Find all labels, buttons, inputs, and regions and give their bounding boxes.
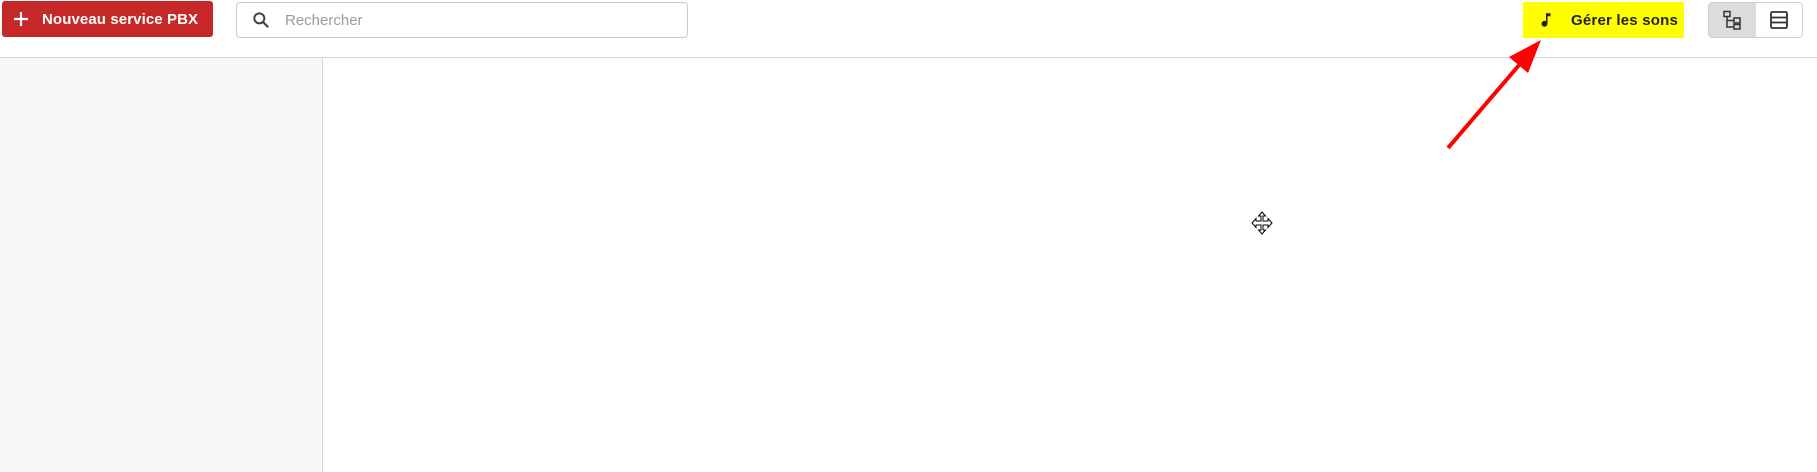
top-toolbar: Nouveau service PBX Gérer les sons	[0, 0, 1817, 58]
left-sidebar-panel	[0, 58, 323, 472]
pbx-diagram-canvas[interactable]	[323, 58, 1817, 472]
move-cursor-icon	[1251, 211, 1273, 235]
list-view-button[interactable]	[1756, 3, 1803, 37]
new-pbx-service-label: Nouveau service PBX	[42, 10, 199, 28]
search-icon	[253, 12, 269, 28]
diagram-view-button[interactable]	[1709, 3, 1756, 37]
sitemap-icon	[1723, 10, 1741, 30]
manage-sounds-label: Gérer les sons	[1571, 11, 1679, 29]
search-box[interactable]	[236, 2, 688, 38]
search-input[interactable]	[283, 10, 687, 30]
new-pbx-service-button[interactable]: Nouveau service PBX	[2, 1, 213, 37]
list-icon	[1769, 11, 1788, 29]
manage-sounds-button[interactable]: Gérer les sons	[1523, 2, 1684, 38]
plus-icon	[14, 12, 28, 26]
view-toggle	[1708, 2, 1803, 38]
music-note-icon	[1541, 13, 1551, 27]
